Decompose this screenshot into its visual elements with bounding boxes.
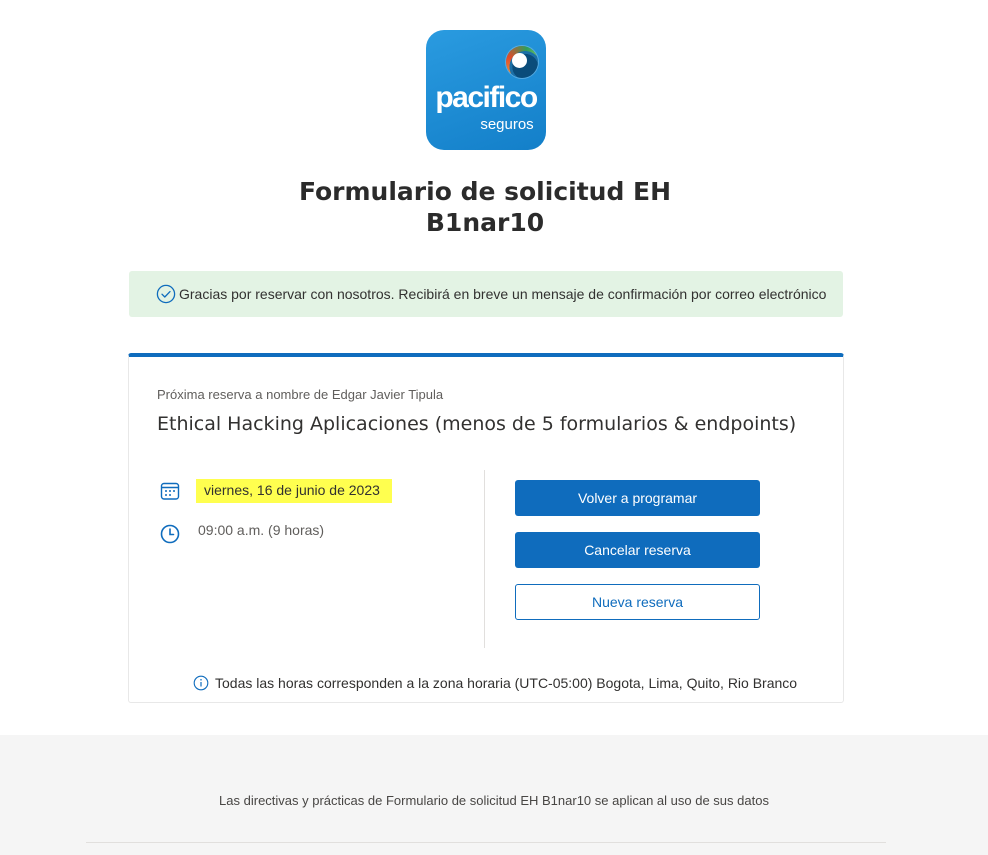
logo-wordmark: pacifico <box>435 81 538 114</box>
service-name: Ethical Hacking Aplicaciones (menos de 5… <box>157 413 797 435</box>
booking-card: Próxima reserva a nombre de Edgar Javier… <box>128 353 844 703</box>
info-icon <box>193 675 209 691</box>
clock-icon <box>160 524 180 544</box>
confirmation-banner: Gracias por reservar con nosotros. Recib… <box>129 271 843 317</box>
privacy-note: Las directivas y prácticas de Formulario… <box>219 793 769 808</box>
booking-time: 09:00 a.m. (9 horas) <box>198 522 325 538</box>
logo-subtitle: seguros <box>480 116 534 133</box>
confirmation-message: Gracias por reservar con nosotros. Recib… <box>179 286 827 302</box>
new-booking-button[interactable]: Nueva reserva <box>515 584 760 620</box>
timezone-note: Todas las horas corresponden a la zona h… <box>193 675 797 691</box>
booking-date-row: viernes, 16 de junio de 2023 <box>159 479 392 503</box>
timezone-text: Todas las horas corresponden a la zona h… <box>215 675 798 691</box>
logo-globe-icon <box>506 46 538 78</box>
page-title: Formulario de solicitud EH B1nar10 <box>298 177 672 237</box>
booking-date: viernes, 16 de junio de 2023 <box>196 479 392 503</box>
cancel-booking-button[interactable]: Cancelar reserva <box>515 532 760 568</box>
booking-time-row: 09:00 a.m. (9 horas) <box>159 522 325 545</box>
column-divider <box>484 470 485 648</box>
brand-logo: pacifico seguros <box>426 30 546 150</box>
reschedule-button[interactable]: Volver a programar <box>515 480 760 516</box>
check-circle-icon <box>156 284 176 304</box>
calendar-icon <box>160 482 180 500</box>
booked-for-label: Próxima reserva a nombre de Edgar Javier… <box>157 387 444 402</box>
footer: Las directivas y prácticas de Formulario… <box>0 735 988 855</box>
footer-divider <box>86 842 886 843</box>
